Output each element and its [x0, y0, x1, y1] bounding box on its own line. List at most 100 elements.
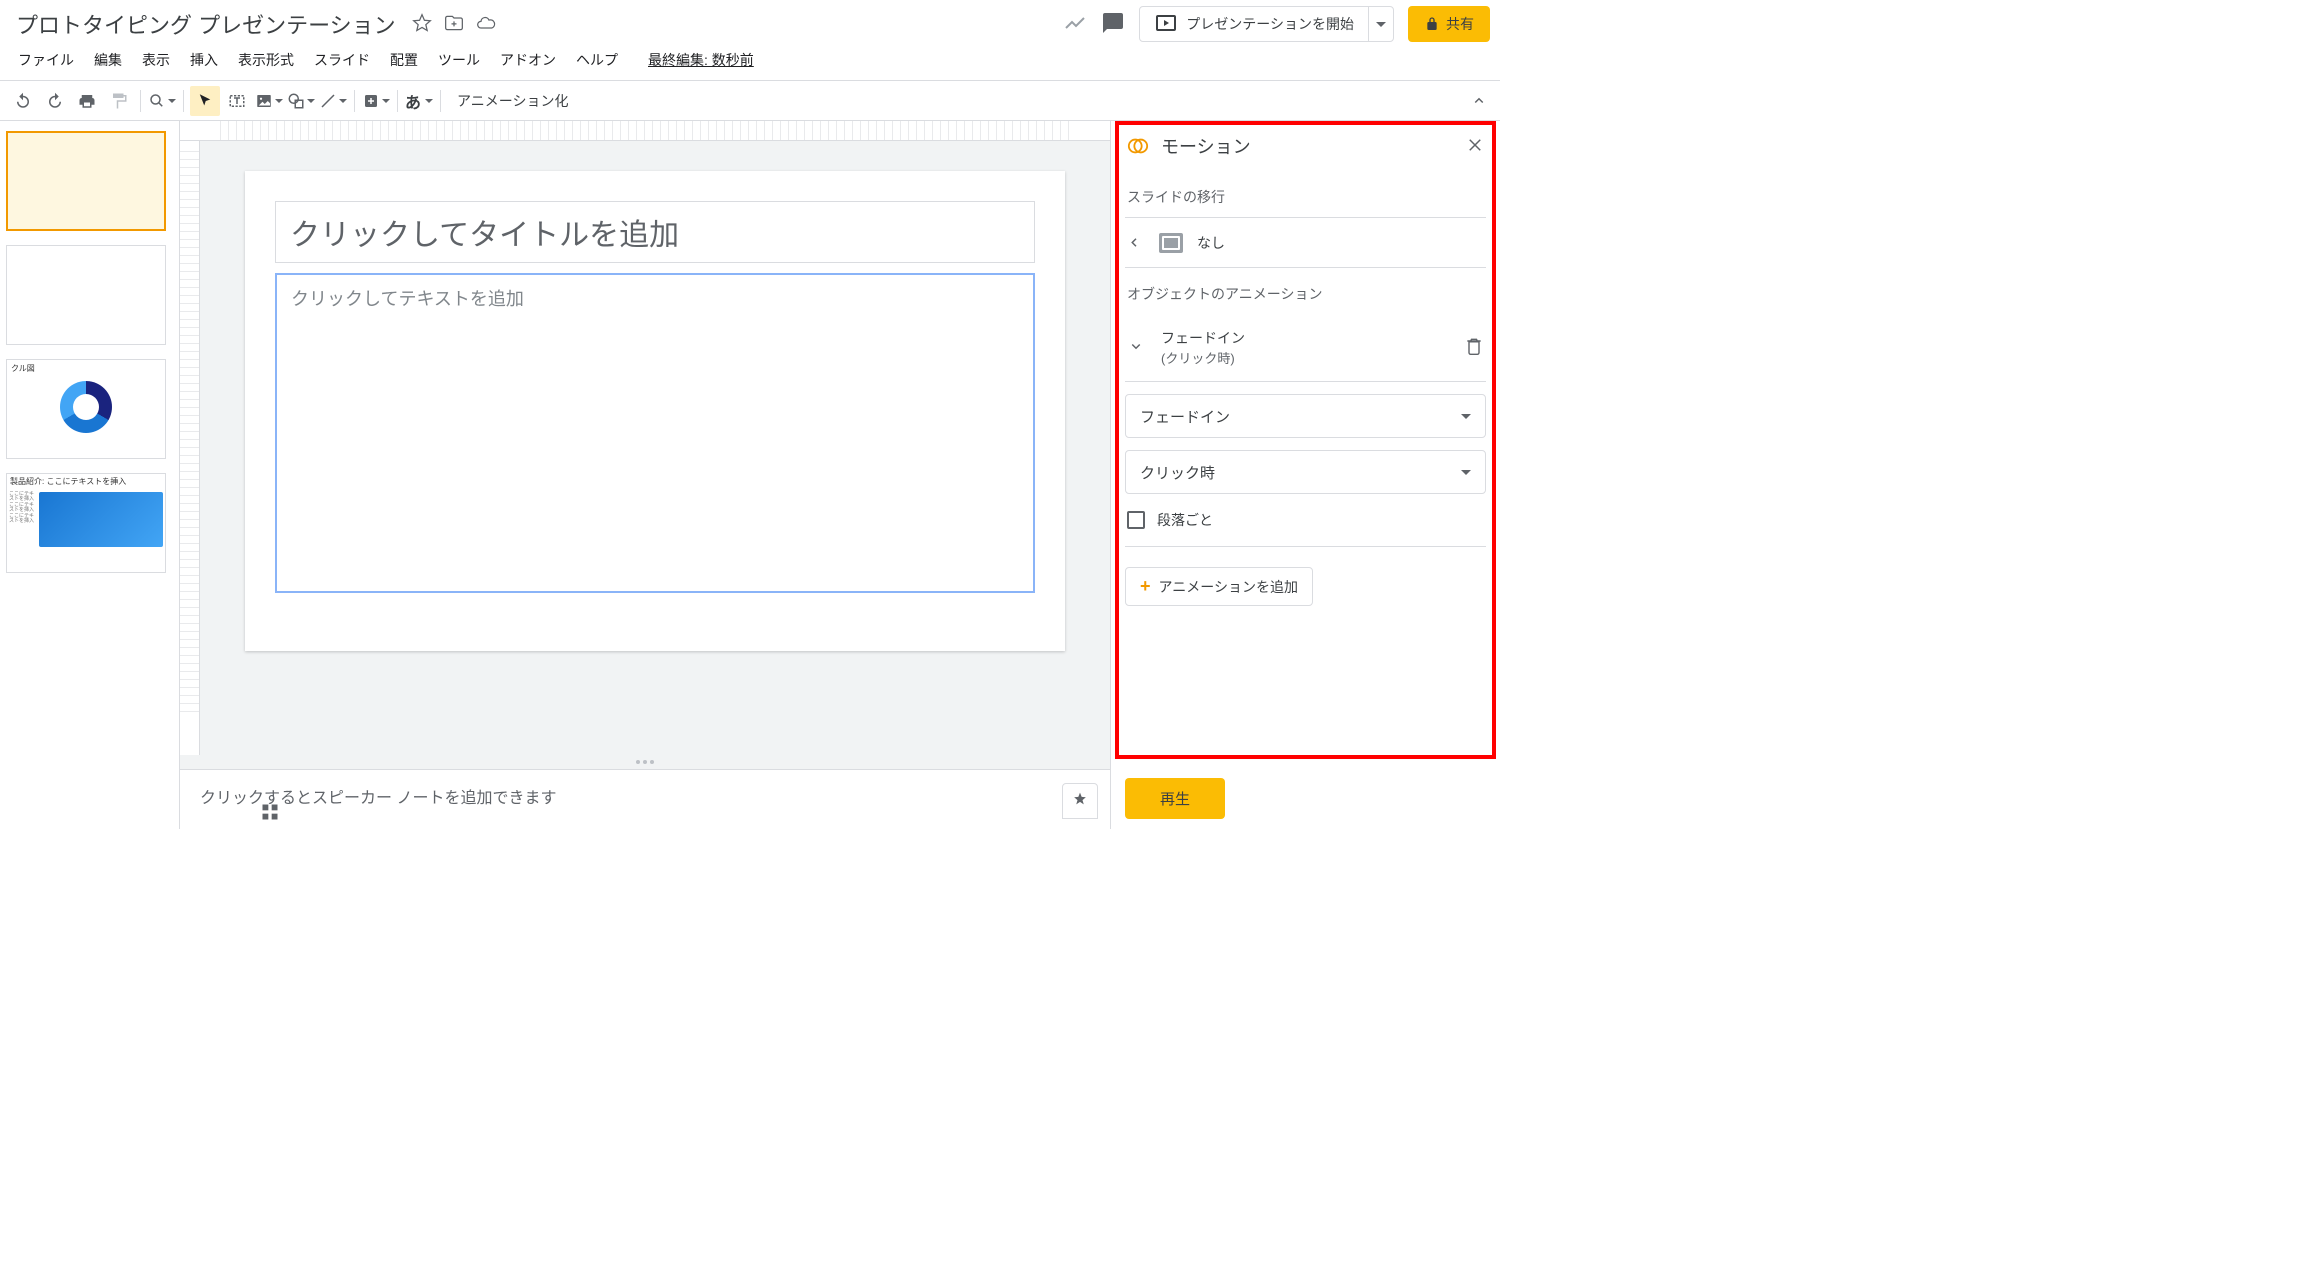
trigger-select-value: クリック時 [1140, 462, 1215, 483]
toolbar-separator [354, 90, 355, 112]
present-button-main[interactable]: プレゼンテーションを開始 [1140, 7, 1369, 41]
canvas-wrap: クリックしてタイトルを追加 クリックしてテキストを追加 クリックするとスピーカー… [180, 121, 1110, 829]
add-animation-label: アニメーションを追加 [1159, 577, 1298, 597]
splitter-handle[interactable] [180, 755, 1110, 769]
slide-stage[interactable]: クリックしてタイトルを追加 クリックしてテキストを追加 [200, 141, 1110, 755]
menu-tools[interactable]: ツール [430, 46, 488, 74]
toolbar-separator [440, 90, 441, 112]
main-area: クル図 製品紹介: ここにテキストを挿入 ここにテキストを挿入 ここにテキストを… [0, 121, 1500, 829]
menu-file[interactable]: ファイル [10, 46, 82, 74]
motion-icon [1127, 135, 1149, 157]
effect-select-value: フェードイン [1140, 406, 1230, 427]
last-edit-link[interactable]: 最終編集: 数秒前 [640, 46, 762, 74]
by-paragraph-label: 段落ごと [1157, 510, 1213, 530]
animation-effect-name: フェードイン [1161, 328, 1245, 348]
body-placeholder[interactable]: クリックしてテキストを追加 [275, 273, 1035, 593]
grid-view-button[interactable] [260, 802, 280, 825]
sidebar-header: モーション [1111, 121, 1500, 171]
vertical-ruler [180, 141, 200, 755]
app-header: プロトタイピング プレゼンテーション プレゼンテーションを開始 共有 ファイル [0, 0, 1500, 81]
zoom-button[interactable] [147, 86, 177, 116]
close-sidebar-button[interactable] [1466, 136, 1484, 157]
ime-label: あ [405, 89, 421, 113]
delete-animation-button[interactable] [1464, 336, 1484, 359]
slide-transition-section-label: スライドの移行 [1125, 171, 1486, 217]
undo-button[interactable] [8, 86, 38, 116]
present-dropdown[interactable] [1369, 22, 1393, 27]
document-title[interactable]: プロトタイピング プレゼンテーション [10, 6, 402, 42]
caret-down-icon [1461, 470, 1471, 475]
chevron-right-icon [1126, 234, 1147, 252]
share-button-label: 共有 [1446, 14, 1474, 34]
select-tool[interactable] [190, 86, 220, 116]
paint-format-button[interactable] [104, 86, 134, 116]
shape-tool[interactable] [286, 86, 316, 116]
by-paragraph-checkbox-row[interactable]: 段落ごと [1127, 510, 1484, 530]
image-tool[interactable] [254, 86, 284, 116]
menu-edit[interactable]: 編集 [86, 46, 130, 74]
move-folder-icon[interactable] [444, 13, 464, 36]
ime-indicator[interactable]: あ [404, 86, 434, 116]
toolbar-separator [140, 90, 141, 112]
line-tool[interactable] [318, 86, 348, 116]
checkbox-icon[interactable] [1127, 511, 1145, 529]
motion-sidebar: モーション スライドの移行 なし オブジェクトのアニメーション フェードイン (… [1110, 121, 1500, 829]
lock-icon [1424, 16, 1440, 32]
animation-toolbar-label[interactable]: アニメーション化 [447, 91, 578, 111]
redo-button[interactable] [40, 86, 70, 116]
thumbnail-4[interactable]: 製品紹介: ここにテキストを挿入 ここにテキストを挿入 ここにテキストを挿入 こ… [6, 473, 166, 573]
thumbnail-1[interactable] [6, 131, 166, 231]
sidebar-content[interactable]: スライドの移行 なし オブジェクトのアニメーション フェードイン (クリック時)… [1111, 171, 1500, 768]
thumb4-title: 製品紹介: ここにテキストを挿入 [7, 474, 165, 490]
play-button[interactable]: 再生 [1125, 778, 1225, 819]
star-icon[interactable] [412, 13, 432, 36]
thumbnail-2[interactable] [6, 245, 166, 345]
header-top-row: プロトタイピング プレゼンテーション プレゼンテーションを開始 共有 [0, 0, 1500, 42]
slide-canvas[interactable]: クリックしてタイトルを追加 クリックしてテキストを追加 [245, 171, 1065, 651]
menubar: ファイル 編集 表示 挿入 表示形式 スライド 配置 ツール アドオン ヘルプ … [0, 42, 1500, 80]
effect-select[interactable]: フェードイン [1125, 394, 1486, 438]
donut-chart-icon [60, 381, 112, 433]
collapse-toolbar-button[interactable] [1464, 86, 1494, 116]
menu-help[interactable]: ヘルプ [568, 46, 626, 74]
title-placeholder[interactable]: クリックしてタイトルを追加 [275, 201, 1035, 263]
cloud-status-icon[interactable] [476, 13, 496, 36]
slide-transition-row[interactable]: なし [1125, 217, 1486, 268]
menu-addons[interactable]: アドオン [492, 46, 564, 74]
menu-slide[interactable]: スライド [306, 46, 378, 74]
horizontal-ruler [180, 121, 1110, 141]
thumbnail-3[interactable]: クル図 [6, 359, 166, 459]
chevron-down-icon [1127, 337, 1145, 358]
textbox-tool[interactable] [222, 86, 252, 116]
thumb4-image [39, 492, 163, 547]
caret-down-icon [1461, 414, 1471, 419]
share-button[interactable]: 共有 [1408, 6, 1490, 42]
animation-item-header[interactable]: フェードイン (クリック時) [1125, 314, 1486, 382]
animation-item-title: フェードイン (クリック時) [1161, 328, 1245, 367]
activity-icon[interactable] [1063, 11, 1087, 38]
present-button-label: プレゼンテーションを開始 [1186, 14, 1354, 34]
sidebar-title: モーション [1161, 133, 1251, 159]
present-button[interactable]: プレゼンテーションを開始 [1139, 6, 1394, 42]
thumb3-title: クル図 [7, 360, 165, 377]
trigger-select[interactable]: クリック時 [1125, 450, 1486, 494]
speaker-notes[interactable]: クリックするとスピーカー ノートを追加できます [180, 769, 1110, 829]
speaker-notes-placeholder: クリックするとスピーカー ノートを追加できます [200, 790, 556, 807]
new-slide-button[interactable] [361, 86, 391, 116]
menu-format[interactable]: 表示形式 [230, 46, 302, 74]
print-button[interactable] [72, 86, 102, 116]
slide-icon [1159, 233, 1183, 253]
thumb4-text: ここにテキストを挿入 ここにテキストを挿入 ここにテキストを挿入 [7, 490, 37, 549]
comments-icon[interactable] [1101, 11, 1125, 38]
slide-thumbnails[interactable]: クル図 製品紹介: ここにテキストを挿入 ここにテキストを挿入 ここにテキストを… [0, 121, 180, 829]
canvas-area: クリックしてタイトルを追加 クリックしてテキストを追加 [180, 141, 1110, 755]
transition-name: なし [1197, 233, 1225, 253]
header-right-actions: プレゼンテーションを開始 共有 [1063, 6, 1490, 42]
menu-insert[interactable]: 挿入 [182, 46, 226, 74]
add-animation-button[interactable]: + アニメーションを追加 [1125, 567, 1313, 606]
divider [1125, 546, 1486, 547]
explore-button[interactable] [1062, 783, 1098, 819]
toolbar-separator [397, 90, 398, 112]
menu-view[interactable]: 表示 [134, 46, 178, 74]
menu-arrange[interactable]: 配置 [382, 46, 426, 74]
